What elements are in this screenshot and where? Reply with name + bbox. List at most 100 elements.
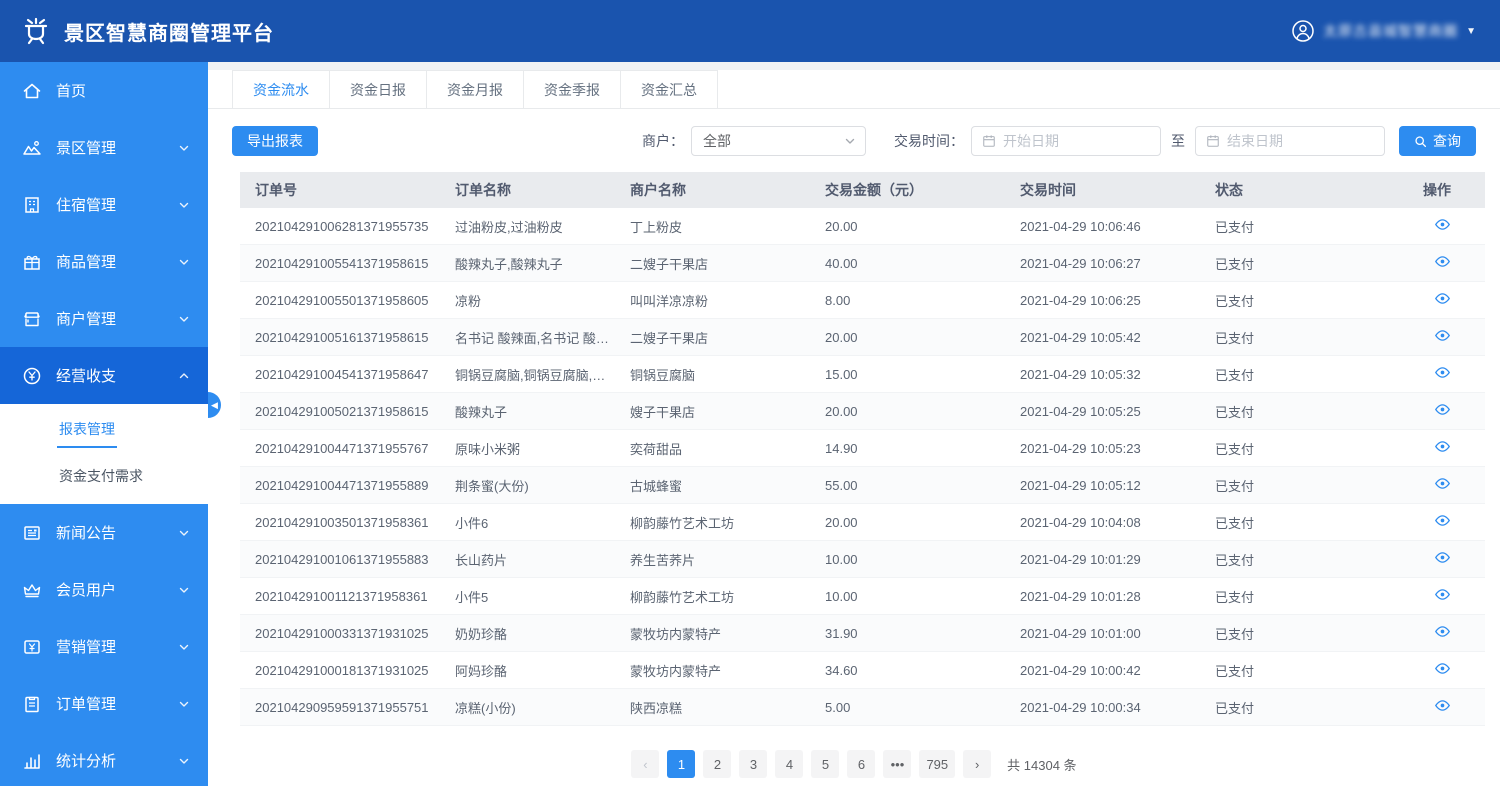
table-row: 202104291000181371931025阿妈珍酪蒙牧坊内蒙特产34.60… <box>240 652 1485 689</box>
search-button[interactable]: 查询 <box>1399 126 1476 156</box>
view-detail-icon[interactable] <box>1434 438 1451 455</box>
column-header: 交易金额（元） <box>810 180 1005 200</box>
order-id: 202104291004541371958647 <box>240 367 440 382</box>
merchant-filter-label: 商户： <box>642 131 684 151</box>
order-id: 202104291003501371958361 <box>240 515 440 530</box>
sidebar-item-news[interactable]: 新闻公告 <box>0 504 208 561</box>
pagination-page-1[interactable]: 1 <box>667 750 695 778</box>
amount: 20.00 <box>810 330 1005 345</box>
view-detail-icon[interactable] <box>1434 364 1451 381</box>
order-id: 202104291006281371955735 <box>240 219 440 234</box>
merchant-name: 铜锅豆腐脑 <box>615 365 810 384</box>
amount: 10.00 <box>810 552 1005 567</box>
tab-资金汇总[interactable]: 资金汇总 <box>620 70 718 108</box>
status-badge: 已支付 <box>1200 661 1350 680</box>
pagination-page-5[interactable]: 5 <box>811 750 839 778</box>
sidebar-item-label: 首页 <box>56 80 190 101</box>
view-detail-icon[interactable] <box>1434 549 1451 566</box>
view-detail-icon[interactable] <box>1434 586 1451 603</box>
pagination-page-4[interactable]: 4 <box>775 750 803 778</box>
home-icon <box>22 81 42 101</box>
order-id: 202104291001061371955883 <box>240 552 440 567</box>
tab-资金月报[interactable]: 资金月报 <box>426 70 524 108</box>
transactions-table: 订单号订单名称商户名称交易金额（元）交易时间状态操作 2021042910062… <box>240 172 1485 726</box>
column-header: 商户名称 <box>615 180 810 200</box>
view-detail-icon[interactable] <box>1434 475 1451 492</box>
merchant-name: 柳韵藤竹艺术工坊 <box>615 513 810 532</box>
caret-down-icon: ▼ <box>1466 26 1476 37</box>
amount: 20.00 <box>810 515 1005 530</box>
pagination-page-3[interactable]: 3 <box>739 750 767 778</box>
export-report-button[interactable]: 导出报表 <box>232 126 318 156</box>
chevron-down-icon <box>178 142 190 154</box>
sidebar-subitem-label: 报表管理 <box>57 415 117 448</box>
pagination-next-button[interactable]: › <box>963 750 991 778</box>
tab-资金日报[interactable]: 资金日报 <box>329 70 427 108</box>
sidebar-item-member[interactable]: 会员用户 <box>0 561 208 618</box>
amount: 15.00 <box>810 367 1005 382</box>
view-detail-icon[interactable] <box>1434 512 1451 529</box>
order-id: 202104291001121371958361 <box>240 589 440 604</box>
sidebar-item-hotel[interactable]: 住宿管理 <box>0 176 208 233</box>
sidebar-subitem[interactable]: 报表管理 <box>0 408 208 454</box>
pagination-page-795[interactable]: 795 <box>919 750 955 778</box>
export-report-label: 导出报表 <box>247 131 303 151</box>
sidebar-item-goods[interactable]: 商品管理 <box>0 233 208 290</box>
finance-icon <box>22 366 42 386</box>
status-badge: 已支付 <box>1200 291 1350 310</box>
pagination-page-2[interactable]: 2 <box>703 750 731 778</box>
app-header: 景区智慧商圈管理平台 太原古县城智慧商圈 ▼ <box>0 0 1500 62</box>
user-menu[interactable]: 太原古县城智慧商圈 ▼ <box>1291 19 1482 43</box>
merchant-select-value: 全部 <box>703 131 844 151</box>
sidebar-item-order[interactable]: 订单管理 <box>0 675 208 732</box>
amount: 20.00 <box>810 404 1005 419</box>
goods-icon <box>22 252 42 272</box>
order-id: 202104291000181371931025 <box>240 663 440 678</box>
pagination-prev-button[interactable]: ‹ <box>631 750 659 778</box>
column-header: 状态 <box>1200 180 1350 200</box>
sidebar-item-marketing[interactable]: 营销管理 <box>0 618 208 675</box>
sidebar-item-home[interactable]: 首页 <box>0 62 208 119</box>
view-detail-icon[interactable] <box>1434 327 1451 344</box>
table-row: 202104291003501371958361小件6柳韵藤竹艺术工坊20.00… <box>240 504 1485 541</box>
transaction-time: 2021-04-29 10:00:34 <box>1005 700 1200 715</box>
order-name: 铜锅豆腐脑,铜锅豆腐脑,铜锅... <box>440 365 615 384</box>
sidebar-item-finance[interactable]: 经营收支 <box>0 347 208 404</box>
view-detail-icon[interactable] <box>1434 660 1451 677</box>
merchant-name: 二嫂子干果店 <box>615 328 810 347</box>
amount: 8.00 <box>810 293 1005 308</box>
chevron-down-icon <box>178 256 190 268</box>
tab-资金季报[interactable]: 资金季报 <box>523 70 621 108</box>
sidebar-item-label: 商品管理 <box>56 251 178 272</box>
chevron-down-icon <box>178 527 190 539</box>
sidebar-item-merchant[interactable]: 商户管理 <box>0 290 208 347</box>
amount: 40.00 <box>810 256 1005 271</box>
table-row: 202104291001061371955883长山药片养生苦荞片10.0020… <box>240 541 1485 578</box>
merchant-icon <box>22 309 42 329</box>
end-date-placeholder: 结束日期 <box>1227 131 1283 151</box>
sidebar-item-stats[interactable]: 统计分析 <box>0 732 208 786</box>
pagination-page-6[interactable]: 6 <box>847 750 875 778</box>
pagination-more-button[interactable]: ••• <box>883 750 911 778</box>
sidebar-subitem[interactable]: 资金支付需求 <box>0 454 208 500</box>
view-detail-icon[interactable] <box>1434 216 1451 233</box>
view-detail-icon[interactable] <box>1434 697 1451 714</box>
start-date-input[interactable]: 开始日期 <box>971 126 1161 156</box>
end-date-input[interactable]: 结束日期 <box>1195 126 1385 156</box>
order-id: 202104291000331371931025 <box>240 626 440 641</box>
main-content: 资金流水资金日报资金月报资金季报资金汇总 导出报表 商户： 全部 交易时间： <box>208 62 1500 786</box>
status-badge: 已支付 <box>1200 513 1350 532</box>
merchant-select[interactable]: 全部 <box>691 126 866 156</box>
view-detail-icon[interactable] <box>1434 290 1451 307</box>
status-badge: 已支付 <box>1200 476 1350 495</box>
transaction-time: 2021-04-29 10:04:08 <box>1005 515 1200 530</box>
view-detail-icon[interactable] <box>1434 623 1451 640</box>
view-detail-icon[interactable] <box>1434 253 1451 270</box>
view-detail-icon[interactable] <box>1434 401 1451 418</box>
sidebar-item-scenic[interactable]: 景区管理 <box>0 119 208 176</box>
chevron-down-icon <box>178 584 190 596</box>
status-badge: 已支付 <box>1200 402 1350 421</box>
transaction-time: 2021-04-29 10:05:32 <box>1005 367 1200 382</box>
order-name: 小件5 <box>440 587 615 606</box>
tab-资金流水[interactable]: 资金流水 <box>232 70 330 108</box>
